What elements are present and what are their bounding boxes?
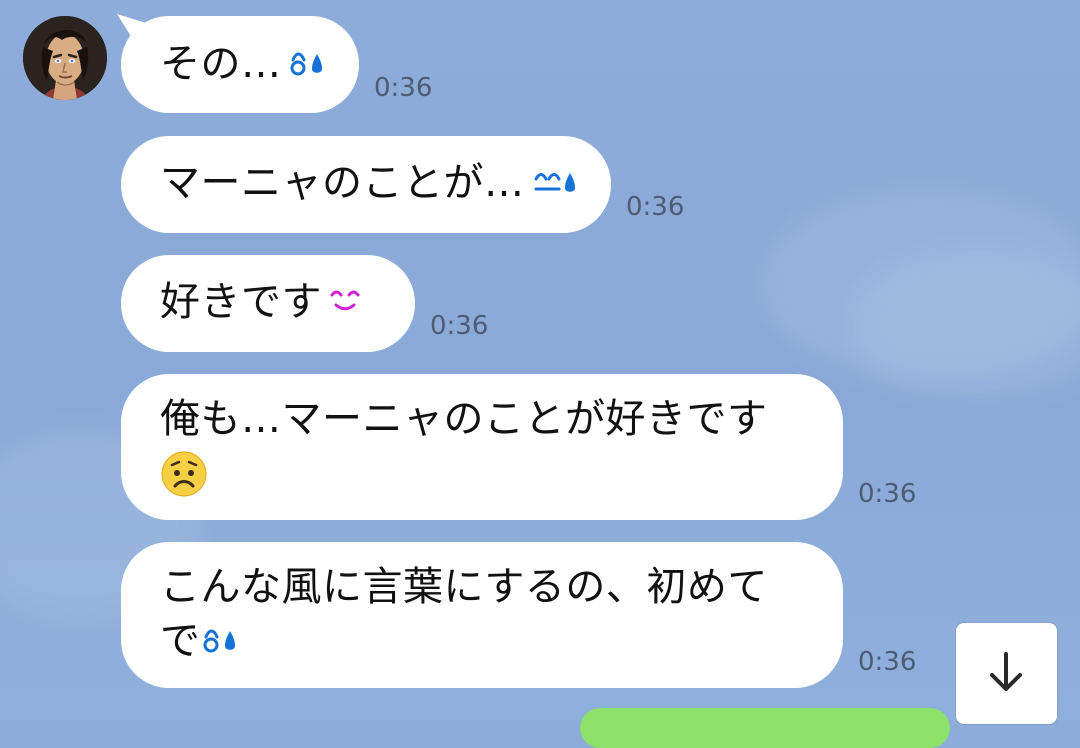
message-time: 0:36 <box>374 73 433 103</box>
message-bubble[interactable]: こんな風に言葉にするの、初めて で <box>121 542 843 688</box>
outgoing-message-bubble[interactable] <box>580 708 950 748</box>
message-text: 好きです <box>160 279 322 325</box>
message-time: 0:36 <box>626 192 685 222</box>
message-bubble[interactable]: マーニャのことが… <box>121 136 611 233</box>
down-arrow-icon <box>990 652 1022 691</box>
sweat-emoji-icon <box>288 48 332 78</box>
person-avatar-icon <box>23 16 107 100</box>
message-text-continuation: で <box>160 618 201 664</box>
message-time: 0:36 <box>858 647 917 677</box>
background-cloud <box>850 250 1080 400</box>
message-text-line: で <box>160 614 805 668</box>
message-emoji-line <box>160 446 805 500</box>
chat-screen: その… 0:36 マーニャのことが… 0:36 好きです 0:36 俺も…マーニ… <box>0 0 1080 748</box>
message-bubble[interactable]: 俺も…マーニャのことが好きです <box>121 374 843 520</box>
avatar[interactable] <box>23 16 107 100</box>
sweat-emoji-icon <box>531 167 579 197</box>
sweat-emoji-icon <box>201 625 245 655</box>
message-text: マーニャのことが… <box>160 160 525 206</box>
message-bubble[interactable]: 好きです <box>121 255 415 352</box>
message-bubble[interactable]: その… <box>121 16 359 113</box>
message-text: その… <box>160 41 282 87</box>
scroll-to-bottom-button[interactable] <box>956 623 1057 724</box>
message-time: 0:36 <box>430 311 489 341</box>
happy-eyes-emoji-icon <box>328 287 362 315</box>
message-text-line: 俺も…マーニャのことが好きです <box>160 396 768 442</box>
message-time: 0:36 <box>858 479 917 509</box>
worried-face-emoji-icon <box>160 450 208 498</box>
message-text-line: こんな風に言葉にするの、初めて <box>160 564 768 610</box>
